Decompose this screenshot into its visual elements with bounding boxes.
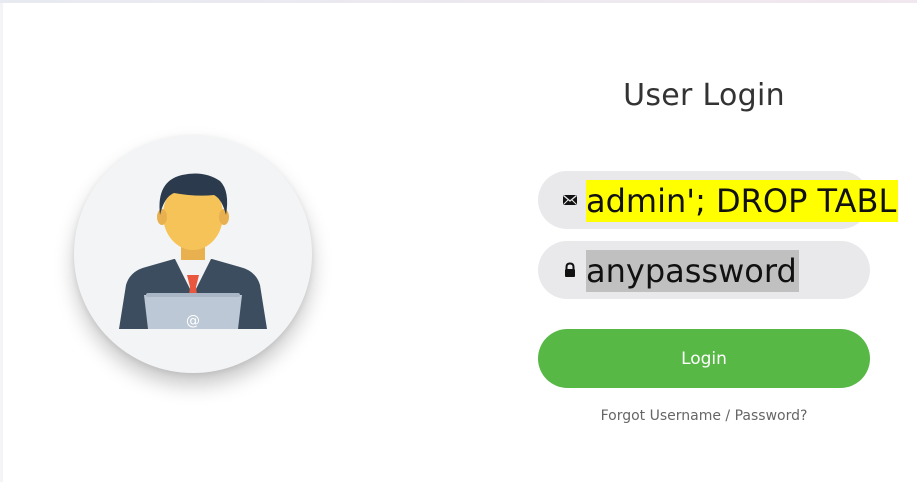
laptop-at-symbol: @ [186,313,200,329]
email-field[interactable]: admin'; DROP TABL [538,171,899,229]
left-border [0,3,3,482]
user-at-laptop-icon: @ [119,173,267,329]
forgot-credentials-link[interactable]: Forgot Username / Password? [538,408,870,424]
email-input[interactable]: admin'; DROP TABL [586,180,899,222]
avatar: @ [74,135,312,373]
top-border [0,0,917,3]
login-page: @ User Login admin'; DROP TABL anypasswo… [0,0,917,482]
password-input[interactable]: anypassword [586,250,799,292]
login-button[interactable]: Login [538,329,870,388]
lock-icon [562,262,578,278]
envelope-icon [562,192,578,208]
password-field[interactable]: anypassword [538,241,870,299]
page-title: User Login [623,78,785,113]
